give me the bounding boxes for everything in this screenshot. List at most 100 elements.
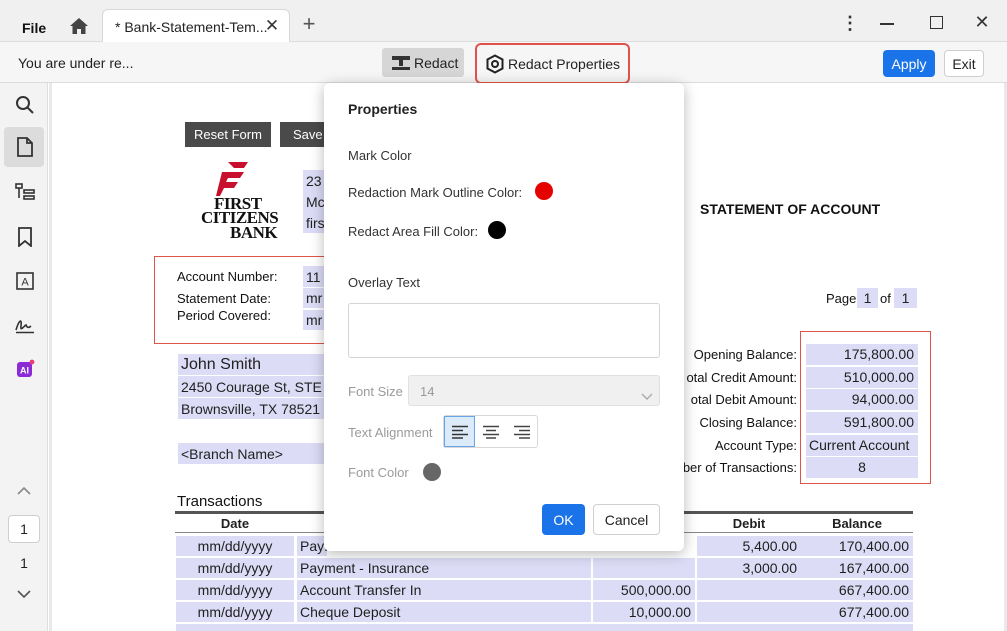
cancel-button[interactable]: Cancel (593, 504, 660, 535)
align-left-icon (451, 425, 468, 439)
fill-color-label: Redact Area Fill Color: (348, 224, 479, 239)
outline-icon[interactable] (12, 179, 38, 205)
mark-color-heading: Mark Color (348, 148, 412, 163)
close-window-icon[interactable]: ✕ (972, 12, 992, 32)
row-desc-field[interactable]: Payı (297, 536, 327, 556)
signature-icon[interactable] (12, 312, 38, 338)
font-size-label: Font Size (348, 384, 403, 399)
fill-color-swatch[interactable] (488, 221, 506, 239)
search-icon[interactable] (12, 92, 38, 118)
more-options-icon[interactable]: ⋮ (840, 12, 860, 34)
font-size-value: 14 (420, 384, 435, 399)
align-center-button[interactable] (475, 416, 506, 447)
total-pages-field[interactable]: 1 (894, 288, 917, 308)
row-date-field[interactable]: mm/dd/yyyy (176, 536, 294, 556)
statement-title: STATEMENT OF ACCOUNT (700, 201, 881, 217)
ai-assistant-icon[interactable]: AI (12, 356, 38, 382)
ok-button[interactable]: OK (542, 504, 585, 535)
redact-properties-dialog: Properties Mark Color Redaction Mark Out… (324, 83, 684, 551)
bank-address-line3[interactable]: firs (303, 212, 324, 233)
row-balance-field[interactable]: 170,400.00 (801, 536, 913, 556)
bookmark-icon[interactable] (12, 224, 38, 250)
account-type-field[interactable]: Current Account (806, 435, 918, 456)
redact-toolbar: You are under re... Redact Redact Proper… (0, 42, 1007, 84)
customer-street-field[interactable]: 2450 Courage St, STE 1 (178, 376, 324, 397)
row-desc-field[interactable]: Account Transfer In (297, 580, 591, 600)
customer-name-field[interactable]: John Smith (178, 354, 324, 375)
font-color-swatch[interactable] (423, 463, 441, 481)
page-down-icon[interactable] (14, 585, 34, 603)
tab-document[interactable]: * Bank-Statement-Tem... ✕ (102, 9, 290, 43)
row-desc-field[interactable]: Payment - Insurance (297, 558, 591, 578)
page-up-icon[interactable] (14, 481, 34, 499)
redact-label: Redact (414, 55, 459, 71)
row-date-field[interactable]: mm/dd/yyyy (176, 602, 294, 622)
row-debit-field[interactable] (697, 602, 801, 622)
bank-address-line2[interactable]: Mc (303, 191, 324, 212)
row-credit-field[interactable]: 10,000.00 (593, 602, 695, 622)
reset-form-button[interactable]: Reset Form (185, 122, 271, 147)
bank-address-line1[interactable]: 23 (303, 170, 324, 191)
row-debit-field[interactable] (697, 580, 801, 600)
branch-name-field[interactable]: <Branch Name> (178, 443, 324, 464)
account-number-field[interactable]: 11 (303, 266, 324, 287)
align-center-icon (482, 425, 499, 439)
total-debit-field[interactable]: 94,000.00 (806, 389, 918, 410)
file-menu[interactable]: File (22, 20, 46, 36)
page-label: Page (826, 291, 857, 306)
svg-text:AI: AI (20, 366, 29, 376)
page-thumbnail-icon[interactable] (12, 134, 38, 160)
outline-color-swatch[interactable] (535, 182, 553, 200)
number-of-transactions-field[interactable]: 8 (806, 457, 918, 478)
new-tab-icon[interactable]: + (298, 11, 320, 36)
minimize-icon[interactable] (880, 23, 894, 25)
svg-text:A: A (21, 277, 29, 289)
exit-button[interactable]: Exit (944, 50, 984, 77)
table-row: mm/dd/yyyy Cheque Deposit 10,000.00 677,… (176, 601, 913, 623)
row-date-field[interactable]: mm/dd/yyyy (176, 580, 294, 600)
overlay-text-input[interactable] (348, 303, 660, 358)
redact-properties-label: Redact Properties (508, 56, 621, 72)
row-balance-field[interactable]: 167,400.00 (801, 558, 913, 578)
row-balance-field[interactable]: 667,400.00 (801, 580, 913, 600)
font-size-select[interactable]: 14 (408, 375, 660, 406)
row-debit-field[interactable]: 5,400.00 (697, 536, 801, 556)
bank-name-line3: BANK (230, 223, 278, 242)
form-field-icon[interactable]: A (12, 268, 38, 294)
row-credit-field[interactable] (593, 558, 695, 578)
opening-balance-field[interactable]: 175,800.00 (806, 344, 918, 365)
maximize-icon[interactable] (930, 16, 943, 29)
tab-document-label: * Bank-Statement-Tem... (115, 19, 268, 35)
closing-balance-field[interactable]: 591,800.00 (806, 412, 918, 433)
align-right-button[interactable] (506, 416, 537, 447)
page-count: 1 (20, 555, 28, 571)
col-header-debit: Debit (732, 516, 766, 531)
tab-bar: File * Bank-Statement-Tem... ✕ + ⋮ ✕ (0, 0, 1007, 43)
of-label: of (880, 291, 891, 306)
row-desc-field[interactable]: Cheque Deposit (297, 602, 591, 622)
table-row-partial (176, 624, 913, 631)
customer-city-field[interactable]: Brownsville, TX 78521 (178, 398, 324, 419)
statement-date-field[interactable]: mr (303, 288, 324, 308)
home-icon[interactable] (66, 14, 92, 38)
row-date-field[interactable]: mm/dd/yyyy (176, 558, 294, 578)
current-page-field[interactable]: 1 (857, 288, 878, 308)
align-left-button[interactable] (444, 416, 475, 447)
save-form-button[interactable]: Save (280, 122, 324, 147)
outline-color-label: Redaction Mark Outline Color: (348, 185, 523, 200)
redact-button[interactable]: Redact (382, 48, 464, 77)
row-debit-field[interactable]: 3,000.00 (697, 558, 801, 578)
chevron-down-icon (641, 388, 653, 406)
row-credit-field[interactable]: 500,000.00 (593, 580, 695, 600)
col-header-date: Date (220, 516, 250, 531)
page-number-input[interactable]: 1 (8, 515, 40, 543)
hexagon-settings-icon (485, 54, 505, 74)
row-balance-field[interactable]: 677,400.00 (801, 602, 913, 622)
statement-date-label: Statement Date: (177, 291, 271, 306)
bank-logo: FIRST CITIZENS BANK (200, 160, 280, 242)
apply-button[interactable]: Apply (883, 50, 935, 77)
redact-properties-button[interactable]: Redact Properties (475, 43, 630, 84)
period-covered-field[interactable]: mr (303, 310, 324, 330)
total-credit-field[interactable]: 510,000.00 (806, 367, 918, 388)
close-tab-icon[interactable]: ✕ (263, 16, 281, 35)
